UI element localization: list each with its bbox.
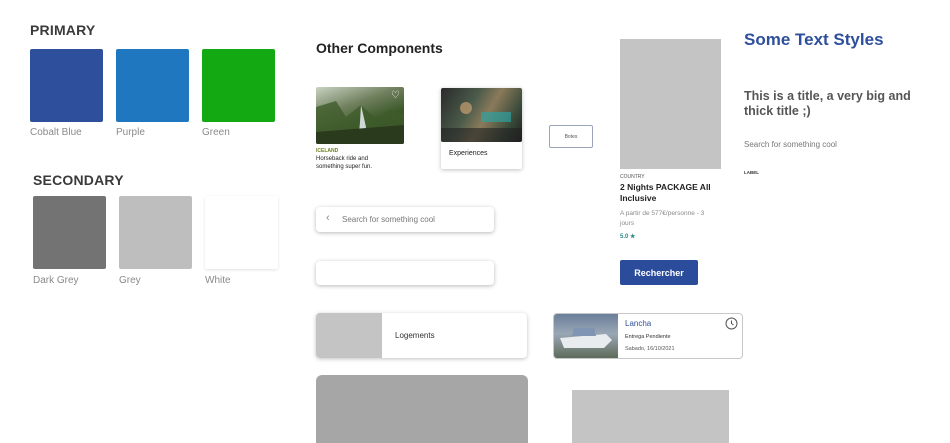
swatch-dark-grey [33, 196, 106, 269]
clock-icon [725, 317, 738, 335]
other-components-title: Other Components [316, 40, 443, 56]
package-price: A partir de 577€/personne - 3 jours [620, 210, 705, 227]
text-styles-label: LABEL [744, 170, 759, 175]
package-country: COUNTRY [620, 174, 645, 180]
swatch-label-purple: Purple [116, 127, 145, 138]
swatch-label-grey: Grey [119, 275, 141, 286]
iceland-card-tag: ICELAND [316, 148, 339, 154]
lancha-title: Lancha [625, 319, 652, 328]
swatch-label-green: Green [202, 127, 230, 138]
boat-image [554, 314, 618, 358]
logements-card-image [316, 313, 382, 358]
text-styles-heading: Some Text Styles [744, 30, 884, 49]
empty-search-input[interactable] [316, 261, 494, 285]
primary-colors-title: PRIMARY [30, 22, 96, 38]
swatch-grey [119, 196, 192, 269]
package-image [620, 39, 721, 169]
search-bar[interactable]: ‹ Search for something cool [316, 207, 494, 232]
experiences-card-image [441, 88, 522, 142]
bar-illustration [441, 102, 522, 142]
iceland-card[interactable]: ♡ ICELAND Horseback ride and something s… [316, 87, 404, 177]
lancha-card[interactable]: Lancha Entrega Pendiente Sabado, 16/10/2… [553, 313, 743, 359]
iceland-card-title: Horseback ride and something super fun. [316, 156, 373, 170]
rechercher-button[interactable]: Rechercher [620, 260, 698, 285]
secondary-colors-title: SECONDARY [33, 172, 124, 188]
package-title: 2 Nights PACKAGE All Inclusive [620, 182, 711, 203]
swatch-green [202, 49, 275, 122]
search-placeholder: Search for something cool [342, 215, 435, 224]
logements-card-label: Logements [395, 331, 435, 340]
text-styles-body: Search for something cool [744, 140, 837, 149]
placeholder-block-large [316, 375, 528, 443]
swatch-label-white: White [205, 275, 231, 286]
swatch-cobalt-blue [30, 49, 103, 122]
boat-illustration [560, 328, 612, 348]
text-styles-big-title: This is a title, a very big and thick ti… [744, 89, 911, 118]
swatch-label-dark-grey: Dark Grey [33, 275, 79, 286]
package-rating: 5.0 ★ [620, 234, 636, 240]
placeholder-block-small [572, 390, 729, 443]
swatch-white [205, 196, 278, 269]
swatch-label-cobalt-blue: Cobalt Blue [30, 127, 82, 138]
swatch-purple [116, 49, 189, 122]
experiences-card[interactable]: Experiences [441, 88, 522, 169]
heart-icon[interactable]: ♡ [391, 90, 400, 101]
lancha-status: Entrega Pendiente [625, 334, 671, 340]
botes-button[interactable]: Botes [549, 125, 593, 148]
logements-card[interactable]: Logements [316, 313, 527, 358]
experiences-card-label: Experiences [449, 150, 488, 157]
lancha-date: Sabado, 16/10/2021 [625, 346, 675, 352]
chevron-left-icon[interactable]: ‹ [326, 212, 330, 224]
